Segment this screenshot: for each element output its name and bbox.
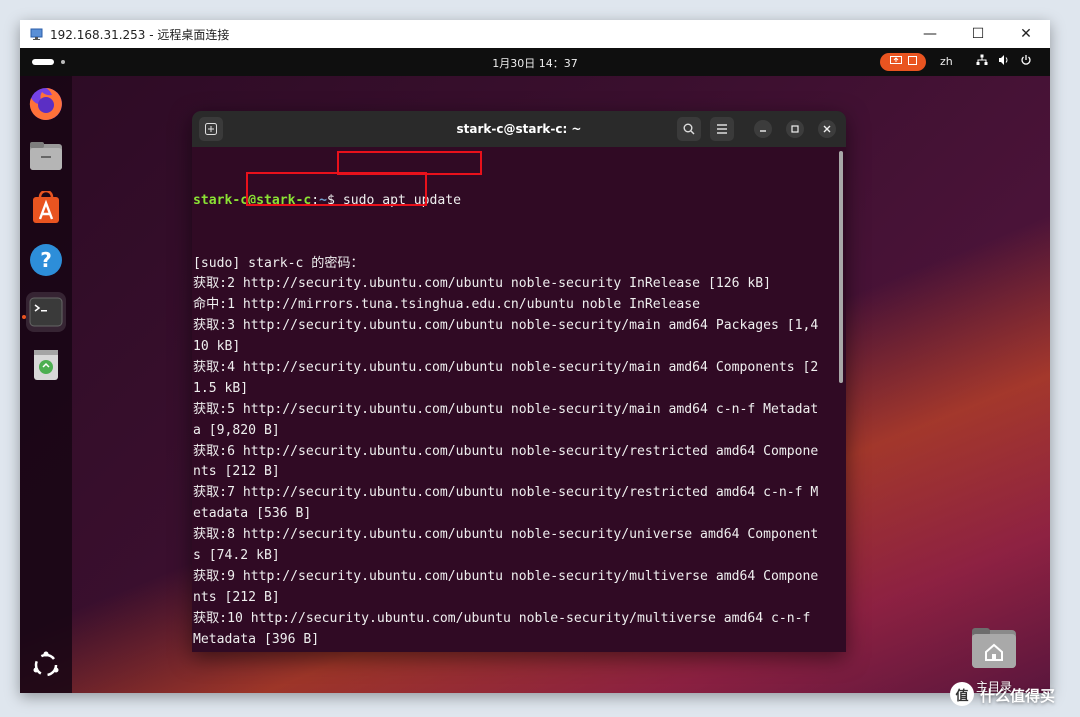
terminal-output-line: a [9,820 B]	[193, 422, 280, 438]
remote-desktop-icon	[30, 28, 44, 40]
home-folder-icon[interactable]	[970, 626, 1018, 670]
terminal-close-icon[interactable]	[818, 120, 836, 138]
terminal-output-line: 命中:1 http://mirrors.tuna.tsinghua.edu.cn…	[193, 297, 701, 313]
terminal-output-line: 获取:7 http://security.ubuntu.com/ubuntu n…	[193, 485, 819, 501]
volume-icon	[998, 54, 1010, 69]
screen-share-icon	[889, 55, 902, 69]
terminal-icon[interactable]	[26, 292, 66, 332]
firefox-icon[interactable]	[26, 84, 66, 124]
terminal-output-line: 获取:10 http://security.ubuntu.com/ubuntu …	[193, 610, 811, 626]
input-language[interactable]: zh	[940, 55, 953, 68]
rdp-titlebar[interactable]: 192.168.31.253 - 远程桌面连接 — ☐ ✕	[20, 20, 1050, 48]
running-indicator	[22, 315, 26, 319]
top-bar: 1月30日 14：37 zh	[20, 48, 1050, 76]
files-icon[interactable]	[26, 136, 66, 176]
watermark-text: 什么值得买	[980, 687, 1056, 705]
screen-share-indicator[interactable]	[880, 53, 926, 71]
terminal-output-line: 1.5 kB]	[193, 380, 249, 396]
terminal-title: stark-c@stark-c: ~	[456, 122, 582, 136]
terminal-output-line: nts [212 B]	[193, 464, 280, 480]
dock: ?	[20, 76, 72, 693]
terminal-output-line: etadata [536 B]	[193, 506, 312, 522]
power-icon	[1020, 54, 1032, 69]
close-button[interactable]: ✕	[1002, 20, 1050, 48]
trash-icon[interactable]	[26, 344, 66, 384]
terminal-output-line: [sudo] stark-c 的密码：	[193, 255, 364, 271]
ubuntu-desktop: 1月30日 14：37 zh ? stark-c@stark-c: ~ star…	[20, 48, 1050, 693]
menu-icon[interactable]	[710, 117, 734, 141]
help-icon[interactable]: ?	[26, 240, 66, 280]
terminal-output-line: 10 kB]	[193, 339, 241, 355]
highlight-password-box	[246, 172, 427, 206]
terminal-maximize-icon[interactable]	[786, 120, 804, 138]
terminal-output[interactable]: stark-c@stark-c:~$ sudo apt update [sudo…	[193, 149, 833, 649]
terminal-output-line: Metadata [396 B]	[193, 631, 320, 647]
terminal-output-line: 获取:8 http://security.ubuntu.com/ubuntu n…	[193, 527, 819, 543]
remote-desktop-window: 192.168.31.253 - 远程桌面连接 — ☐ ✕ 1月30日 14：3…	[20, 20, 1050, 693]
app-center-icon[interactable]	[26, 188, 66, 228]
terminal-minimize-icon[interactable]	[754, 120, 772, 138]
terminal-output-line: 获取:6 http://security.ubuntu.com/ubuntu n…	[193, 443, 819, 459]
terminal-output-line: 获取:9 http://security.ubuntu.com/ubuntu n…	[193, 568, 819, 584]
terminal-output-line: 获取:2 http://security.ubuntu.com/ubuntu n…	[193, 276, 772, 292]
watermark-logo: 值	[950, 682, 974, 706]
terminal-output-line: 获取:4 http://security.ubuntu.com/ubuntu n…	[193, 359, 819, 375]
terminal-header[interactable]: stark-c@stark-c: ~	[192, 111, 846, 147]
network-icon	[976, 54, 988, 69]
terminal-output-line: 获取:5 http://security.ubuntu.com/ubuntu n…	[193, 401, 819, 417]
svg-text:?: ?	[40, 248, 52, 272]
minimize-button[interactable]: —	[906, 20, 954, 48]
search-icon[interactable]	[677, 117, 701, 141]
system-tray[interactable]	[976, 54, 1032, 69]
stop-share-icon	[907, 56, 917, 68]
maximize-button[interactable]: ☐	[954, 20, 1002, 48]
terminal-output-line: 获取:3 http://security.ubuntu.com/ubuntu n…	[193, 318, 819, 334]
show-apps-icon[interactable]	[26, 645, 66, 685]
terminal-output-line: s [74.2 kB]	[193, 547, 280, 563]
terminal-scrollbar[interactable]	[839, 151, 843, 383]
rdp-window-title: 192.168.31.253 - 远程桌面连接	[50, 27, 230, 42]
terminal-output-line: nts [212 B]	[193, 589, 280, 605]
